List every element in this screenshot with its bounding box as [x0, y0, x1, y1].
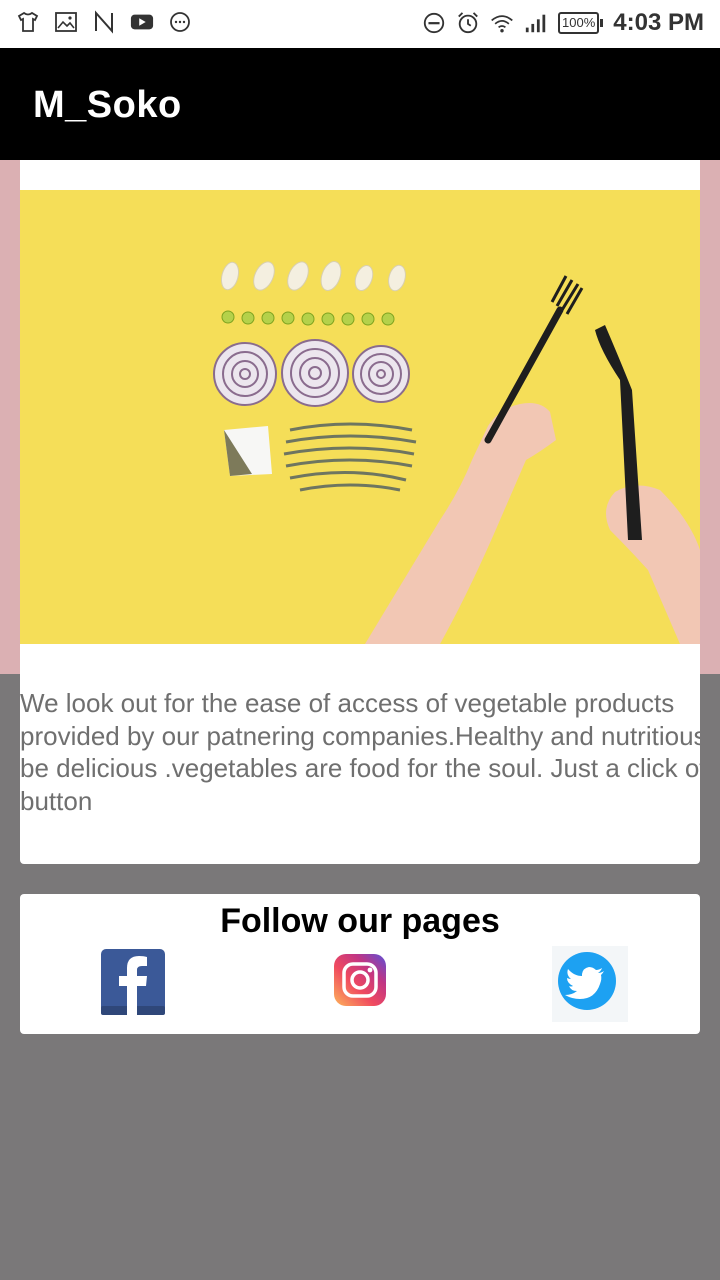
facebook-icon	[101, 949, 165, 1015]
follow-card: Follow our pages	[20, 894, 700, 1034]
battery-icon: 100%	[558, 12, 604, 34]
facebook-link[interactable]	[100, 948, 166, 1018]
tshirt-icon	[16, 10, 40, 34]
twitter-icon	[552, 946, 628, 1022]
instagram-icon	[334, 954, 386, 1006]
status-time: 4:03 PM	[613, 9, 704, 36]
youtube-icon	[130, 10, 154, 34]
signal-icon	[524, 11, 548, 35]
follow-title: Follow our pages	[220, 902, 500, 940]
image-icon	[54, 10, 78, 34]
twitter-link[interactable]	[552, 946, 628, 1022]
status-right-icons: 100% 4:03 PM	[422, 9, 704, 37]
alarm-icon	[456, 11, 480, 35]
app-bar: M_Soko	[0, 48, 720, 160]
food-flatlay-image	[20, 190, 700, 644]
n-icon	[92, 10, 116, 34]
dnd-icon	[422, 11, 446, 35]
battery-level: 100%	[558, 12, 600, 34]
wifi-icon	[490, 11, 514, 35]
description-text: We look out for the ease of access of ve…	[20, 688, 700, 816]
instagram-link[interactable]	[332, 952, 388, 1008]
app-title: M_Soko	[33, 84, 182, 126]
description-card: We look out for the ease of access of ve…	[20, 674, 700, 864]
status-left-icons	[16, 10, 192, 34]
chat-icon	[168, 10, 192, 34]
status-bar: 100% 4:03 PM	[0, 0, 720, 48]
